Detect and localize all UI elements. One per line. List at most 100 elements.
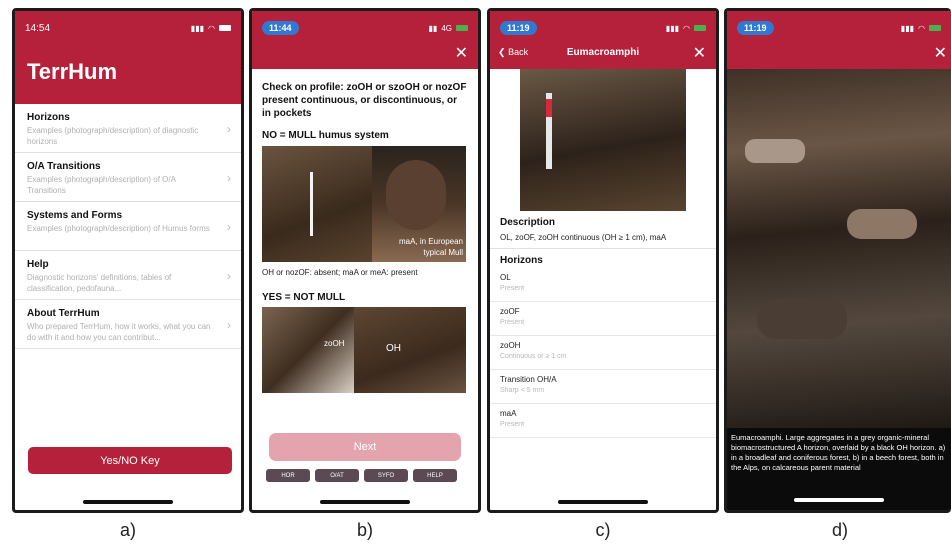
ruler-marker — [310, 172, 313, 236]
soil-aggregate — [757, 299, 847, 339]
menu-item-title: Help — [27, 259, 49, 270]
no-option-title: NO = MULL humus system — [262, 130, 389, 141]
tab-oat[interactable]: O/AT — [315, 469, 359, 482]
zooh-sample-photo: zoOH — [262, 307, 354, 393]
key-question: Check on profile: zoOH or szoOH or nozOF… — [262, 82, 467, 119]
photo-label: zoOH — [324, 339, 345, 348]
app-header: 11:19 ▮▮▮ ◠ ✕ — [727, 11, 951, 69]
status-bar: 14:54 ▮▮▮ ◠ — [15, 11, 241, 45]
chevron-right-icon: › — [227, 171, 231, 185]
horizon-row: OL Present — [490, 268, 716, 302]
hand-sample-photo: maA, in European typical Mull — [372, 146, 466, 262]
menu-item-oa-transitions[interactable]: O/A Transitions Examples (photograph/des… — [15, 153, 241, 202]
caption-d: d) — [831, 520, 848, 540]
oh-horizon-photo: OH — [354, 307, 466, 393]
phone-screen-d: 11:19 ▮▮▮ ◠ ✕ Eumacroamphi. Large aggrega… — [724, 8, 951, 513]
menu-item-title: O/A Transitions — [27, 161, 101, 172]
soil-profile-photo — [262, 146, 372, 262]
caption-a: a) — [119, 520, 136, 540]
phone-screen-c: 11:19 ▮▮▮ ◠ ❮ Back Eumacroamphi ✕ Descrip… — [487, 8, 719, 513]
menu-item-title: Horizons — [27, 112, 70, 123]
status-icons: ▮▮ 4G — [429, 24, 468, 33]
yes-option-title: YES = NOT MULL — [262, 292, 346, 303]
yes-no-key-button[interactable]: Yes/NO Key — [28, 447, 232, 474]
home-indicator[interactable] — [794, 498, 884, 502]
clock: 11:19 — [737, 21, 774, 35]
soil-sample — [386, 160, 446, 230]
menu-list: Horizons Examples (photograph/descriptio… — [15, 104, 241, 349]
caption-b: b) — [356, 520, 373, 540]
page-title: Eumacroamphi — [566, 47, 640, 58]
horizon-name: maA — [500, 409, 517, 418]
menu-item-subtitle: Examples (photograph/description) of Hum… — [27, 224, 210, 233]
app-header: 11:44 ▮▮ 4G ✕ — [252, 11, 478, 69]
clock: 14:54 — [25, 22, 51, 34]
yes-option-photos[interactable]: zoOH OH — [262, 307, 468, 393]
horizon-name: OL — [500, 273, 511, 282]
menu-item-subtitle: Diagnostic horizons' definitions, tables… — [27, 273, 172, 293]
chevron-right-icon: › — [227, 122, 231, 136]
close-icon[interactable]: ✕ — [693, 43, 706, 63]
status-bar: 11:44 ▮▮ 4G — [252, 11, 478, 45]
clock: 11:44 — [262, 21, 299, 35]
wifi-icon: ◠ — [918, 23, 925, 33]
status-bar: 11:19 ▮▮▮ ◠ — [490, 11, 716, 45]
menu-item-horizons[interactable]: Horizons Examples (photograph/descriptio… — [15, 104, 241, 153]
home-indicator[interactable] — [558, 500, 648, 504]
horizon-name: zoOH — [500, 341, 521, 350]
close-icon[interactable]: ✕ — [934, 43, 947, 63]
tab-hor[interactable]: HOR — [266, 469, 310, 482]
horizon-row: maA Present — [490, 404, 716, 438]
leaf-litter — [847, 209, 917, 239]
app-header: 11:19 ▮▮▮ ◠ ❮ Back Eumacroamphi ✕ — [490, 11, 716, 69]
app-title: TerrHum — [27, 59, 118, 84]
chevron-right-icon: › — [227, 269, 231, 283]
status-icons: ▮▮▮ ◠ — [901, 24, 941, 33]
battery-icon — [929, 25, 941, 31]
horizon-value: Present — [500, 285, 525, 292]
wifi-icon: ◠ — [208, 23, 215, 33]
close-icon[interactable]: ✕ — [455, 43, 468, 63]
horizon-row: Transition OH/A Sharp < 5 mm — [490, 370, 716, 404]
photo-label: OH — [386, 343, 401, 354]
fullscreen-soil-photo[interactable] — [727, 69, 951, 428]
humus-profile-photo[interactable] — [520, 69, 686, 211]
menu-item-help[interactable]: Help Diagnostic horizons' definitions, t… — [15, 251, 241, 300]
menu-item-title: About TerrHum — [27, 308, 100, 319]
clock: 11:19 — [500, 21, 537, 35]
menu-item-subtitle: Examples (photograph/description) of O/A… — [27, 175, 176, 195]
battery-icon — [219, 25, 231, 31]
signal-icon: ▮▮▮ — [665, 23, 680, 33]
signal-icon: ▮▮▮ — [190, 23, 205, 33]
signal-icon: ▮▮▮ — [900, 23, 915, 33]
photo-label: maA, in European typical Mull — [398, 237, 463, 257]
signal-icon: ▮▮ — [428, 23, 438, 33]
menu-item-subtitle: Who prepared TerrHum, how it works, what… — [27, 322, 211, 342]
horizon-value: Present — [500, 421, 525, 428]
caption-c: c) — [595, 520, 611, 540]
phone-screen-a: 14:54 ▮▮▮ ◠ TerrHum Horizons Examples (ph… — [12, 8, 244, 513]
status-icons: ▮▮▮ ◠ — [666, 24, 706, 33]
menu-item-title: Systems and Forms — [27, 210, 123, 221]
tab-help[interactable]: HELP — [413, 469, 457, 482]
chevron-right-icon: › — [227, 318, 231, 332]
horizon-value: Continuous or ≥ 1 cm — [500, 353, 567, 360]
menu-item-systems-forms[interactable]: Systems and Forms Examples (photograph/d… — [15, 202, 241, 251]
home-indicator[interactable] — [320, 500, 410, 504]
battery-icon — [456, 25, 468, 31]
horizon-value: Sharp < 5 mm — [500, 387, 545, 394]
battery-icon — [694, 25, 706, 31]
status-bar: 11:19 ▮▮▮ ◠ — [727, 11, 951, 45]
leaf-litter — [745, 139, 805, 163]
status-icons: ▮▮▮ ◠ — [191, 24, 231, 33]
no-option-photos[interactable]: maA, in European typical Mull — [262, 146, 468, 262]
menu-item-subtitle: Examples (photograph/description) of dia… — [27, 126, 199, 146]
next-button[interactable]: Next — [269, 433, 461, 461]
description-label: Description — [500, 217, 556, 228]
menu-item-about[interactable]: About TerrHum Who prepared TerrHum, how … — [15, 300, 241, 349]
wifi-icon: ◠ — [683, 23, 690, 33]
phone-screen-b: 11:44 ▮▮ 4G ✕ Check on profile: zoOH or s… — [249, 8, 481, 513]
home-indicator[interactable] — [83, 500, 173, 504]
tab-syfo[interactable]: SYFO — [364, 469, 408, 482]
chevron-right-icon: › — [227, 220, 231, 234]
